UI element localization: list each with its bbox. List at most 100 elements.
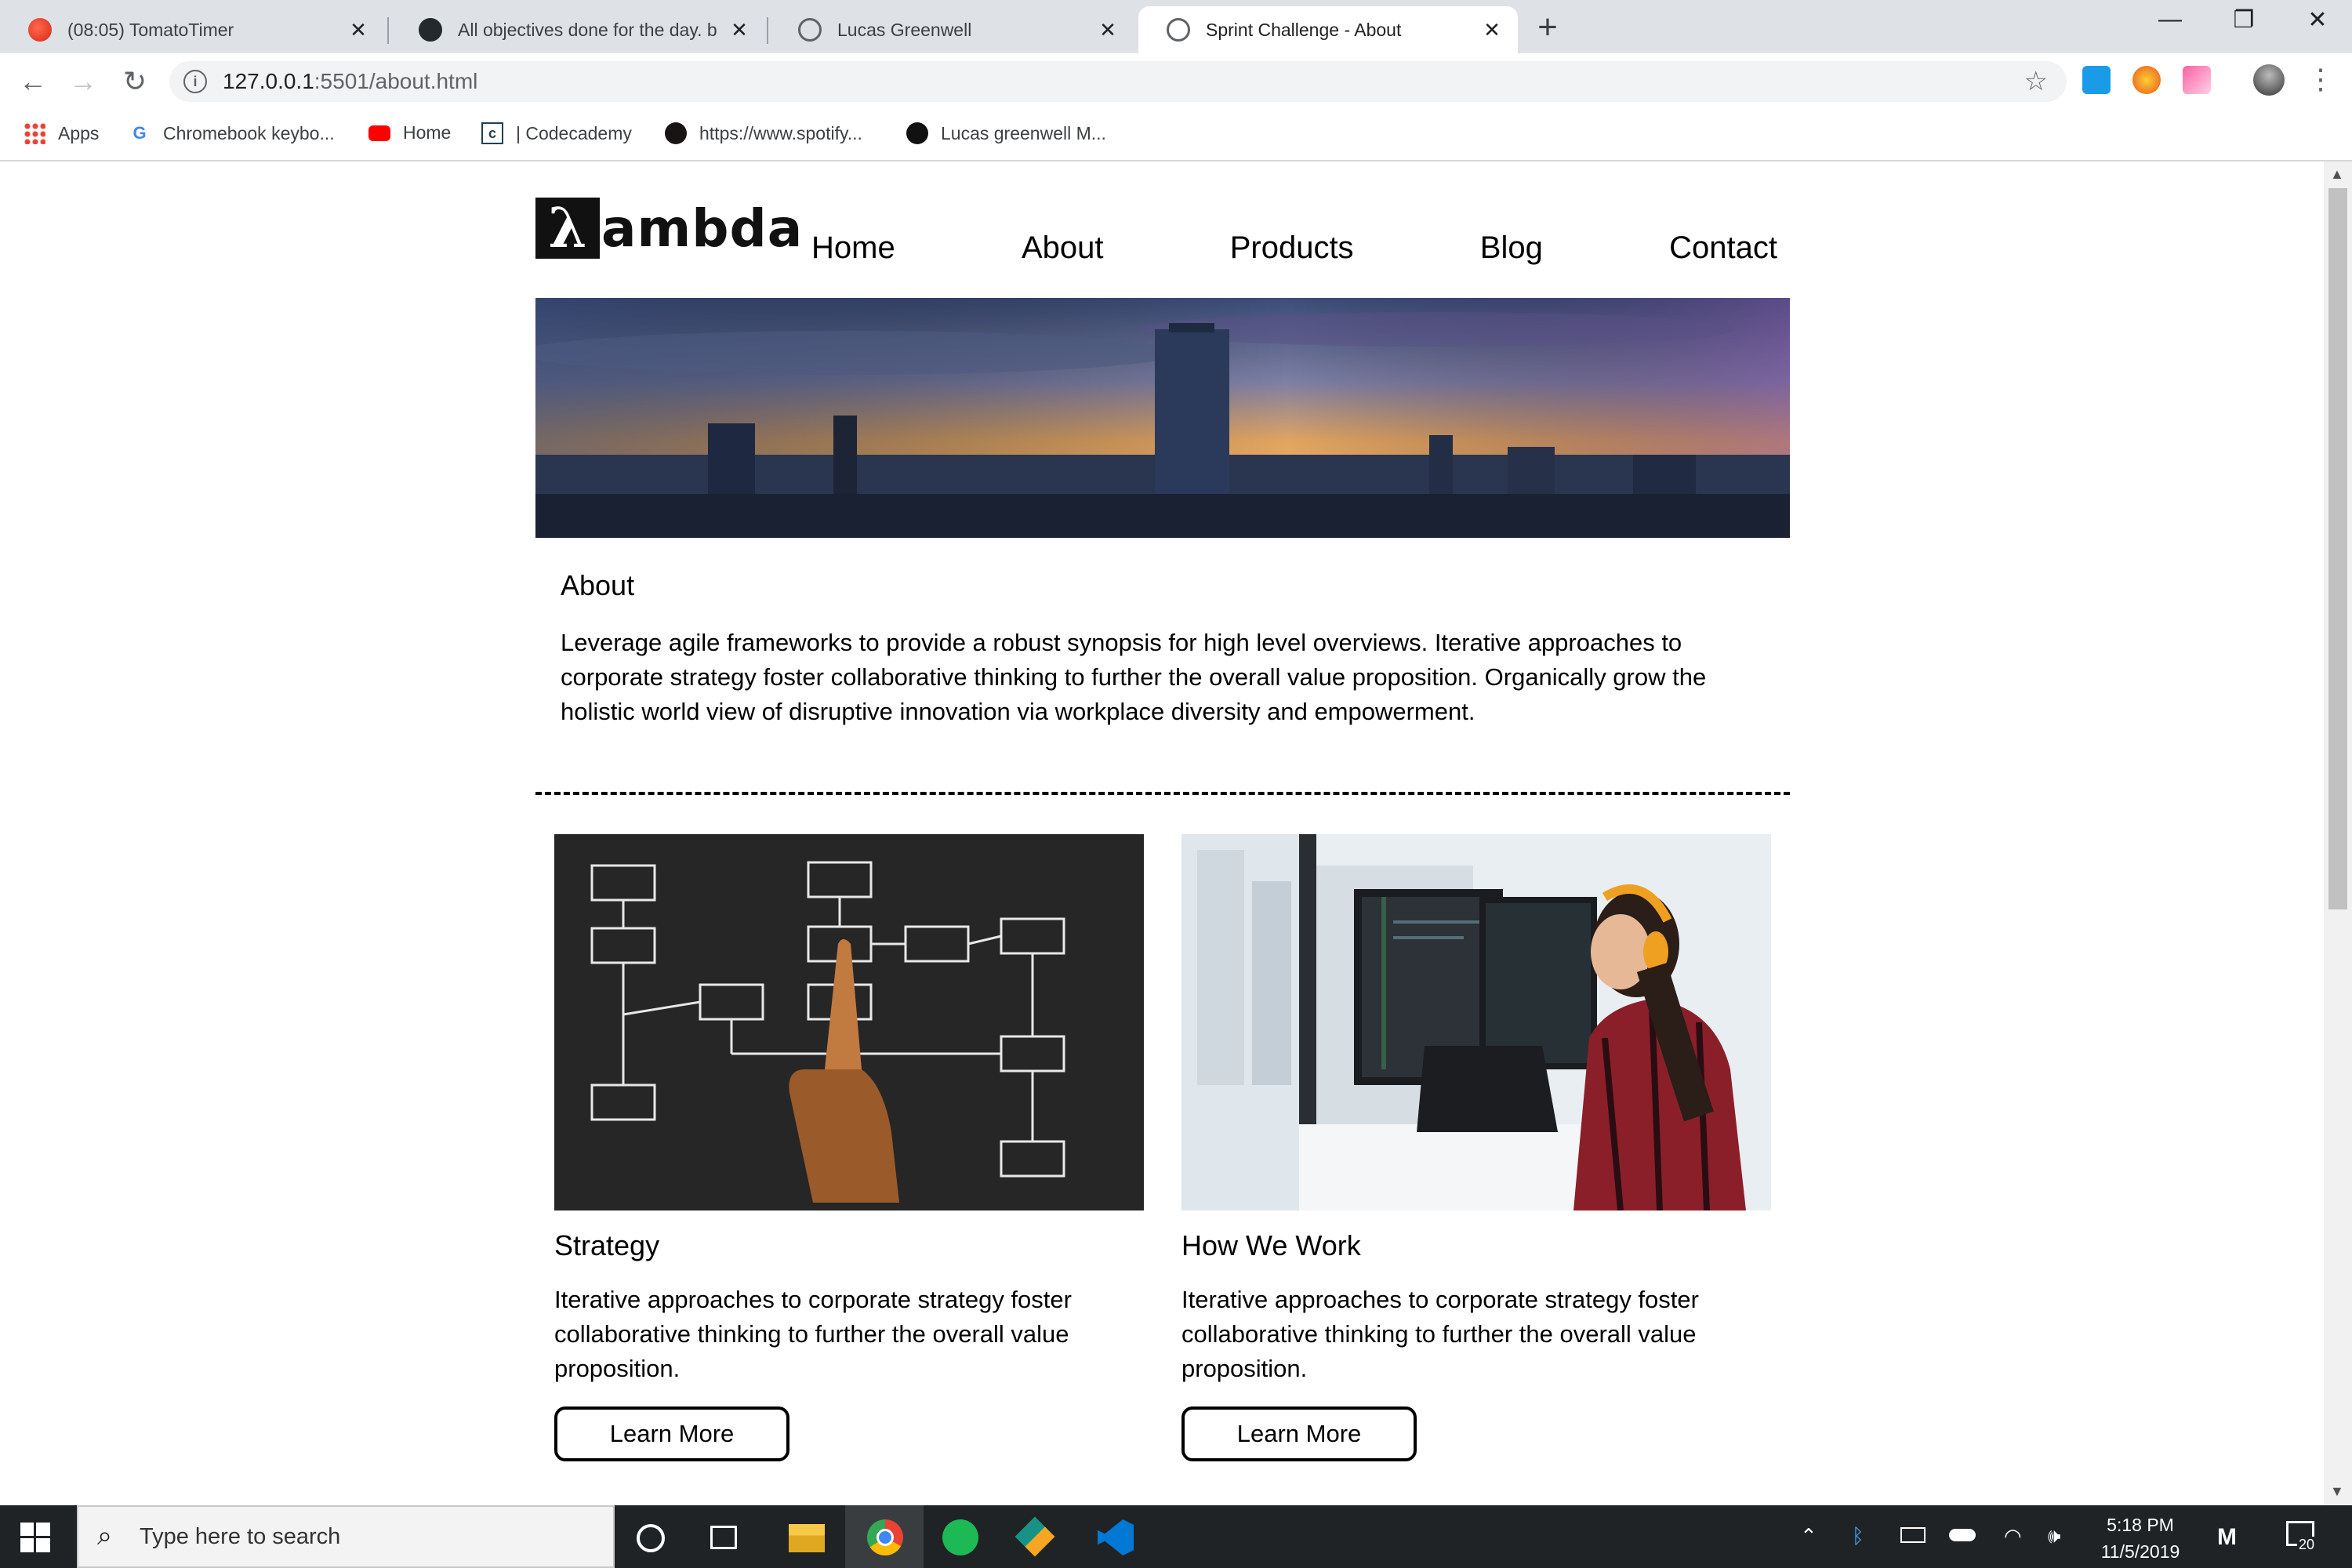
bookmark-github[interactable]: Lucas greenwell M... — [906, 122, 1106, 144]
close-icon[interactable]: ✕ — [728, 18, 751, 42]
nav-blog[interactable]: Blog — [1480, 230, 1570, 266]
taskbar-search-input[interactable]: ⌕ Type here to search — [77, 1505, 615, 1568]
bookmark-label: Apps — [58, 122, 100, 143]
tray-chevron-icon[interactable]: ⌃ — [1800, 1524, 1817, 1548]
info-icon[interactable]: i — [183, 70, 207, 93]
forward-button[interactable]: → — [66, 64, 100, 99]
tab-title: All objectives done for the day. b — [458, 19, 717, 40]
url-text[interactable]: 127.0.0.1:5501/about.html — [223, 69, 477, 94]
minimize-button[interactable]: — — [2147, 6, 2194, 33]
profile-avatar[interactable] — [2253, 64, 2285, 96]
card-text: Iterative approaches to corporate strate… — [1181, 1286, 1699, 1382]
card-heading: How We Work — [1181, 1229, 1361, 1261]
google-icon: G — [132, 123, 147, 143]
battery-icon[interactable] — [1900, 1527, 1926, 1543]
how-we-work-image — [1181, 834, 1771, 1210]
gitkraken-icon[interactable] — [1014, 1516, 1055, 1557]
scroll-up-arrow-icon[interactable]: ▲ — [2330, 166, 2344, 183]
spotify-icon — [665, 122, 687, 144]
github-icon — [906, 122, 928, 144]
hero-image — [535, 298, 1790, 538]
close-icon[interactable]: ✕ — [1480, 18, 1504, 42]
card-heading: Strategy — [554, 1229, 660, 1261]
cortana-icon[interactable] — [637, 1524, 665, 1552]
nav-contact[interactable]: Contact — [1669, 230, 1790, 266]
tab-title: Lucas Greenwell — [837, 19, 972, 40]
about-heading: About — [561, 569, 635, 601]
url-path: :5501/about.html — [314, 69, 478, 93]
bookmark-label: Lucas greenwell M... — [941, 122, 1106, 143]
tab-title: Sprint Challenge - About — [1206, 19, 1402, 40]
main-nav: Home About Products Blog Contact — [811, 230, 1790, 266]
bookmarks-bar: Apps G Chromebook keybo... Home c | Code… — [0, 110, 2352, 162]
card-button-row: Learn More — [554, 1406, 1144, 1461]
globe-icon — [1167, 18, 1190, 42]
system-clock[interactable]: 5:18 PM 11/5/2019 — [2085, 1512, 2195, 1565]
about-text: Leverage agile frameworks to provide a r… — [561, 629, 1707, 725]
card-how-we-work: How We Work Iterative approaches to corp… — [1181, 834, 1771, 1461]
reload-button[interactable]: ↻ — [118, 64, 152, 99]
extension-icon[interactable] — [2183, 66, 2211, 94]
extension-fire-icon[interactable] — [2132, 66, 2161, 94]
bookmark-apps[interactable]: Apps — [24, 122, 99, 144]
close-icon[interactable]: ✕ — [347, 18, 370, 42]
spotify-icon[interactable] — [942, 1519, 978, 1555]
close-icon[interactable]: ✕ — [1096, 18, 1120, 42]
search-placeholder: Type here to search — [140, 1524, 341, 1549]
bookmark-spotify[interactable]: https://www.spotify... — [665, 122, 862, 144]
bookmark-codecademy[interactable]: c | Codecademy — [481, 122, 632, 144]
address-bar[interactable]: i 127.0.0.1:5501/about.html ☆ — [169, 61, 2067, 102]
chrome-icon-center — [877, 1529, 894, 1546]
learn-more-button[interactable]: Learn More — [554, 1406, 789, 1461]
tab-github[interactable]: All objectives done for the day. b ✕ — [390, 6, 765, 53]
scroll-down-arrow-icon[interactable]: ▼ — [2330, 1483, 2344, 1500]
scroll-thumb[interactable] — [2328, 188, 2347, 909]
lambda-logo-word: ambda — [601, 198, 804, 259]
youtube-icon — [368, 125, 390, 141]
clock-time: 5:18 PM — [2107, 1515, 2174, 1535]
card-text: Iterative approaches to corporate strate… — [554, 1286, 1072, 1382]
restore-button[interactable]: ❐ — [2220, 6, 2267, 34]
bookmark-chromebook[interactable]: G Chromebook keybo... — [129, 122, 334, 144]
extension-icon[interactable] — [2082, 66, 2111, 94]
bookmark-label: https://www.spotify... — [699, 122, 862, 143]
developer-at-desk-image — [1181, 834, 1771, 1210]
nav-home[interactable]: Home — [811, 230, 922, 266]
wifi-icon[interactable]: ◠ — [2004, 1524, 2022, 1548]
apps-grid-icon — [24, 122, 45, 144]
section-divider — [535, 792, 1790, 795]
windows-start-icon[interactable] — [20, 1523, 50, 1552]
window-close-button[interactable]: ✕ — [2294, 6, 2341, 34]
new-tab-button[interactable]: + — [1532, 8, 1563, 47]
app-tray-icon[interactable]: M — [2217, 1524, 2237, 1551]
nav-about[interactable]: About — [1022, 230, 1131, 266]
vscode-icon[interactable] — [1098, 1519, 1134, 1555]
tab-tomatotimer[interactable]: (08:05) TomatoTimer ✕ — [0, 6, 384, 53]
file-explorer-icon[interactable] — [789, 1524, 825, 1552]
tab-separator — [767, 17, 768, 44]
url-host: 127.0.0.1 — [223, 69, 314, 93]
bluetooth-icon[interactable]: ᛒ — [1852, 1524, 1864, 1548]
globe-icon — [798, 18, 822, 42]
lambda-logo[interactable]: λ ambda — [535, 198, 803, 259]
learn-more-button[interactable]: Learn More — [1181, 1406, 1417, 1461]
tab-lucas-greenwell[interactable]: Lucas Greenwell ✕ — [770, 6, 1134, 53]
search-icon: ⌕ — [97, 1521, 113, 1551]
volume-icon[interactable]: 🕪 — [2048, 1524, 2060, 1549]
nav-products[interactable]: Products — [1230, 230, 1381, 266]
browser-menu-icon[interactable]: ⋮ — [2307, 63, 2335, 96]
onedrive-icon[interactable] — [1949, 1529, 1976, 1541]
back-button[interactable]: ← — [16, 64, 50, 99]
clock-date: 11/5/2019 — [2100, 1541, 2180, 1562]
page-scrollbar[interactable]: ▲ ▼ — [2324, 162, 2352, 1505]
bookmark-star-icon[interactable]: ☆ — [2024, 66, 2048, 97]
tab-strip: (08:05) TomatoTimer ✕ All objectives don… — [0, 0, 2352, 53]
strategy-image — [554, 834, 1144, 1210]
card-button-row: Learn More — [1181, 1406, 1771, 1461]
lambda-logo-mark: λ — [535, 198, 600, 259]
tab-sprint-challenge[interactable]: Sprint Challenge - About ✕ — [1138, 6, 1518, 53]
bookmark-home[interactable]: Home — [368, 122, 451, 143]
browser-toolbar: ← → ↻ i 127.0.0.1:5501/about.html ☆ — [0, 53, 2352, 110]
task-view-icon[interactable] — [710, 1526, 737, 1549]
flowchart-chalkboard-image — [554, 834, 1144, 1210]
